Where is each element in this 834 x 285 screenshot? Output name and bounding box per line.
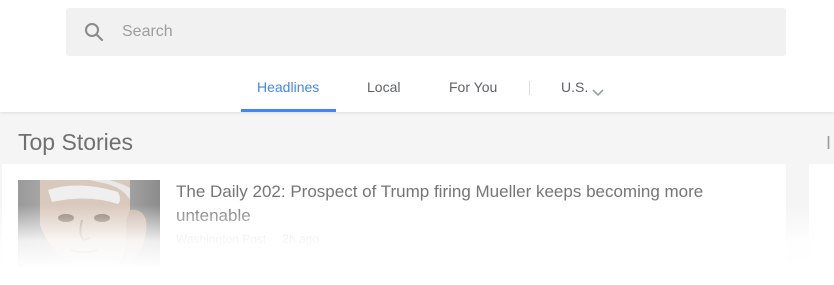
section-title: Top Stories (18, 129, 134, 155)
tab-for-you[interactable]: For You (449, 79, 497, 99)
search-icon[interactable] (84, 22, 104, 42)
story-meta: Washington Post · 2h ago (176, 232, 319, 246)
edition-selector[interactable]: U.S. (561, 79, 588, 99)
story-headline[interactable]: The Daily 202: Prospect of Trump firing … (176, 180, 756, 228)
chevron-down-icon[interactable] (592, 84, 604, 97)
story-thumbnail[interactable] (18, 180, 160, 270)
news-page: Headlines Local For You U.S. Top Stories… (0, 0, 834, 285)
header: Headlines Local For You U.S. (0, 0, 834, 112)
story-card[interactable]: The Daily 202: Prospect of Trump firing … (2, 164, 786, 285)
tab-local[interactable]: Local (367, 79, 400, 99)
story-source[interactable]: Washington Post (176, 232, 266, 246)
search-input[interactable] (122, 20, 762, 44)
tab-headlines[interactable]: Headlines (257, 79, 319, 99)
meta-separator: · (272, 232, 277, 246)
tab-divider (529, 81, 530, 95)
section-title-partial: I (826, 133, 832, 153)
story-time: 2h ago (282, 232, 319, 246)
active-tab-indicator (241, 109, 336, 112)
story-card-partial[interactable] (809, 164, 834, 285)
